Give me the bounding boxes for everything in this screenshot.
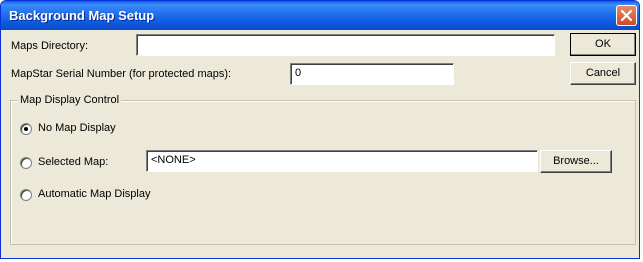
automatic-map-display-label[interactable]: Automatic Map Display [38,188,151,200]
browse-button[interactable]: Browse... [540,150,612,173]
window-title: Background Map Setup [9,8,155,23]
cancel-button[interactable]: Cancel [570,62,636,85]
maps-directory-label: Maps Directory: [11,40,89,52]
selected-map-input[interactable]: <NONE> [146,150,538,172]
selected-map-radio[interactable] [20,157,32,169]
automatic-map-display-radio[interactable] [20,189,32,201]
ok-button[interactable]: OK [570,33,636,56]
close-icon [620,9,633,22]
no-map-display-label[interactable]: No Map Display [38,122,116,134]
selected-map-label[interactable]: Selected Map: [38,156,108,168]
radio-selected-dot [24,127,28,131]
serial-number-input[interactable]: 0 [290,63,454,85]
dialog-client: Maps Directory: OK MapStar Serial Number… [4,30,636,255]
serial-number-label: MapStar Serial Number (for protected map… [11,68,232,80]
no-map-display-radio[interactable] [20,123,32,135]
map-display-group-label: Map Display Control [18,94,122,106]
title-bar[interactable]: Background Map Setup [1,1,639,30]
close-button[interactable] [616,5,637,26]
dialog-window: Background Map Setup Maps Directory: OK … [0,0,640,259]
maps-directory-input[interactable] [136,34,555,56]
